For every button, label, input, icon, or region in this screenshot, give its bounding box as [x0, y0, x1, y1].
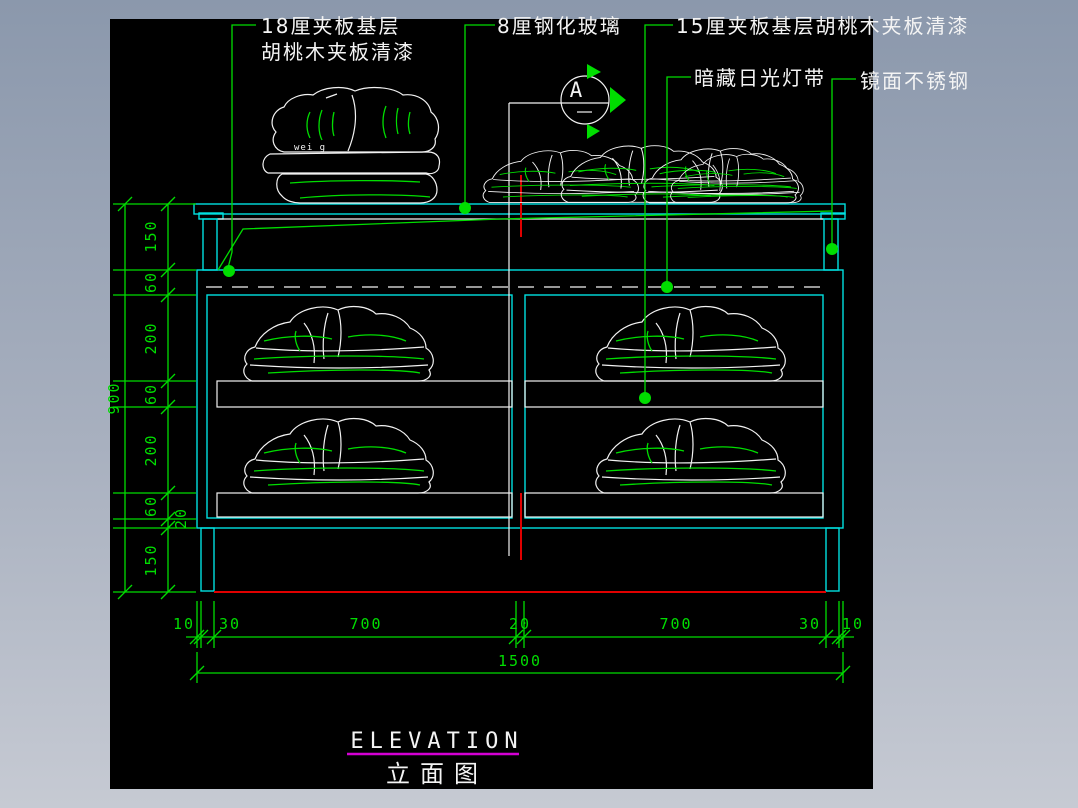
cad-viewport: wei g A 18厘夹板基层 胡桃木夹板清漆 8厘钢化玻璃 15厘夹板基层胡桃…	[0, 0, 1078, 808]
dim-h4: 700	[659, 615, 692, 633]
dim-v6: 20	[172, 507, 190, 529]
dim-v2: 200	[142, 321, 160, 354]
dim-h1: 30	[219, 615, 241, 633]
dim-v4: 200	[142, 433, 160, 466]
callout-glass: 8厘钢化玻璃	[497, 14, 622, 38]
drawing-title-en: ELEVATION	[350, 729, 523, 754]
elevation-drawing: wei g A 18厘夹板基层 胡桃木夹板清漆 8厘钢化玻璃 15厘夹板基层胡桃…	[105, 14, 970, 789]
dim-overall-height: 900	[105, 381, 123, 414]
callout-mirror-steel: 镜面不锈钢	[860, 69, 970, 93]
callout-plywood15: 15厘夹板基层胡桃木夹板清漆	[676, 14, 969, 38]
dim-overall-width: 1500	[498, 652, 542, 670]
section-label: A	[570, 78, 583, 102]
dim-h5: 30	[799, 615, 821, 633]
callout-plywood18-line1: 18厘夹板基层	[261, 14, 400, 38]
dim-v7: 150	[142, 543, 160, 576]
dim-h3: 20	[509, 615, 531, 633]
dim-v5: 60	[142, 495, 160, 517]
dim-h0: 10	[173, 615, 195, 633]
callout-hidden-light: 暗藏日光灯带	[694, 66, 826, 90]
dim-v1: 60	[142, 271, 160, 293]
clothing-mark-text: wei g	[294, 143, 326, 153]
drawing-title-zh: 立面图	[386, 760, 488, 788]
dim-v3: 60	[142, 383, 160, 405]
dim-v0: 150	[142, 219, 160, 252]
dim-h2: 700	[349, 615, 382, 633]
dim-h6: 10	[842, 615, 864, 633]
callout-plywood18-line2: 胡桃木夹板清漆	[261, 40, 415, 64]
